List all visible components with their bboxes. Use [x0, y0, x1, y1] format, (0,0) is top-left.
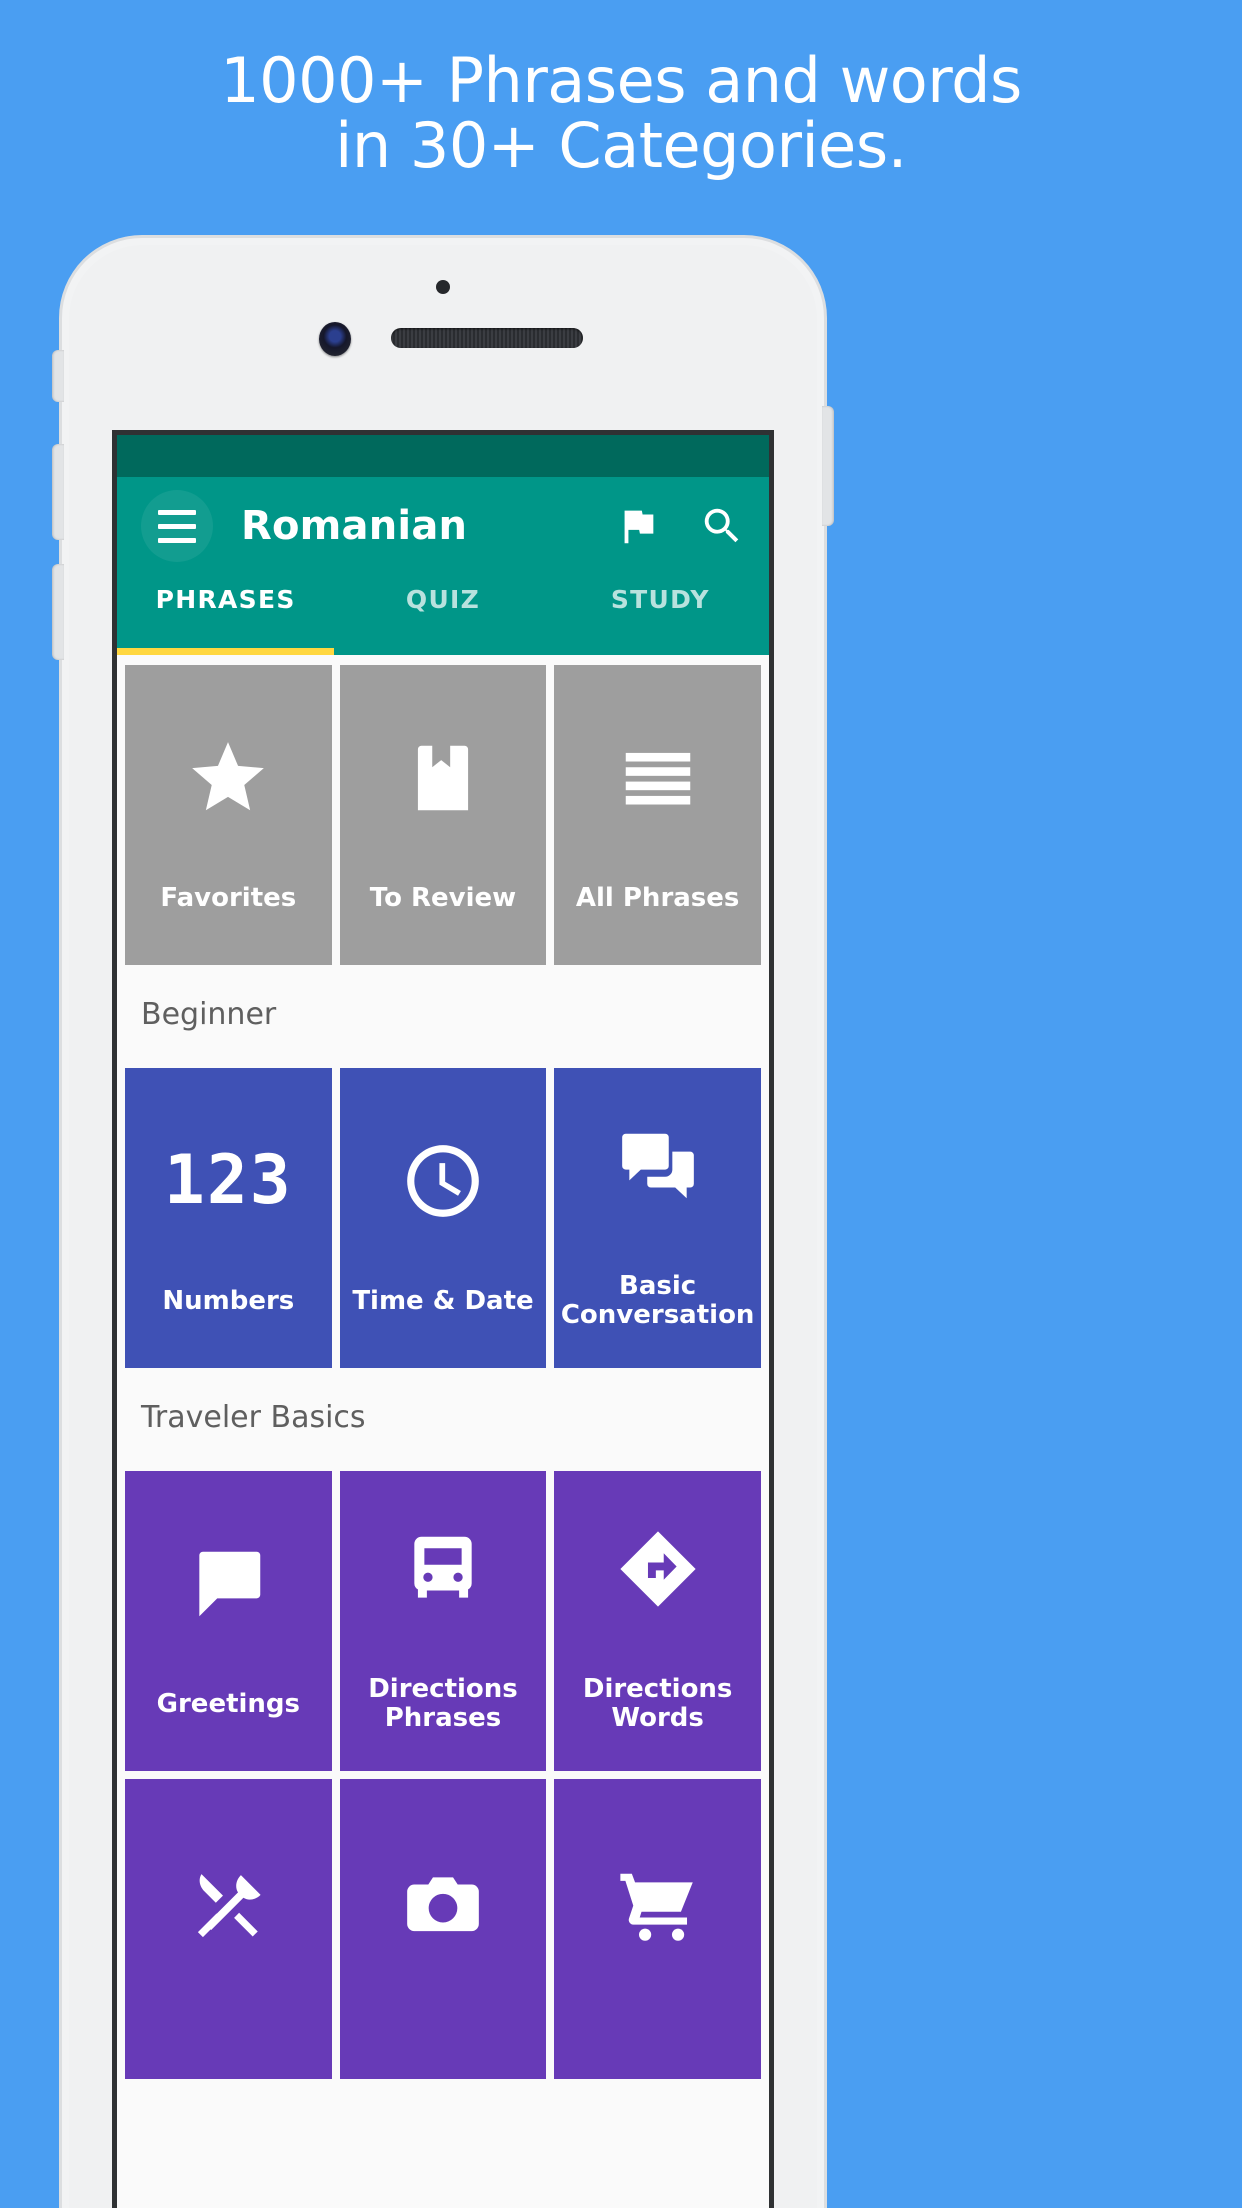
- tile-label: Directions Words: [582, 1674, 733, 1733]
- beginner-grid: 123 Numbers Time & Date Basic Conversati…: [117, 1058, 769, 1372]
- app-title: Romanian: [241, 503, 468, 549]
- tile-directions-phrases[interactable]: Directions Phrases: [339, 1471, 547, 1771]
- tile-label: All Phrases: [575, 882, 740, 913]
- tile-label: Greetings: [156, 1688, 301, 1719]
- numbers-123-icon: 123: [163, 1140, 293, 1220]
- tile-label: Time & Date: [352, 1285, 534, 1316]
- tab-bar: PHRASES QUIZ STUDY: [117, 575, 769, 655]
- shopping-cart-icon: [615, 1846, 701, 1966]
- appbar-actions: [615, 503, 745, 549]
- tile-label: Numbers: [162, 1285, 295, 1316]
- tile-label: To Review: [369, 882, 517, 913]
- tile-label: Basic Conversation: [560, 1271, 755, 1330]
- tab-quiz[interactable]: QUIZ: [334, 575, 551, 655]
- tile-to-review[interactable]: To Review: [339, 665, 547, 965]
- section-header-traveler-basics: Traveler Basics: [117, 1372, 769, 1461]
- clock-icon: [400, 1121, 486, 1241]
- tile-shopping[interactable]: [554, 1779, 761, 2079]
- promo-line-2: in 30+ Categories.: [335, 109, 907, 183]
- quick-tiles-grid: Favorites To Review All Phrases: [117, 655, 769, 969]
- flag-icon[interactable]: [615, 503, 661, 549]
- speech-bubble-icon: [185, 1524, 271, 1644]
- tile-directions-words[interactable]: Directions Words: [554, 1471, 761, 1771]
- traveler-basics-grid: Greetings Directions Phrases Directions …: [117, 1461, 769, 2083]
- restaurant-icon: [185, 1846, 271, 1966]
- silent-switch[interactable]: [52, 350, 64, 402]
- camera-icon: [400, 1846, 486, 1966]
- front-camera-icon: [319, 322, 351, 356]
- tile-restaurant[interactable]: [125, 1779, 332, 2079]
- tile-greetings[interactable]: Greetings: [125, 1471, 332, 1771]
- tile-favorites[interactable]: Favorites: [125, 665, 332, 965]
- tab-phrases[interactable]: PHRASES: [117, 575, 334, 655]
- chat-bubbles-icon: [615, 1106, 701, 1226]
- app-bar: Romanian: [117, 477, 769, 575]
- volume-up-button[interactable]: [52, 444, 64, 540]
- phone-mockup: Romanian PHRASES QUIZ STUDY Favorites To…: [52, 238, 834, 2208]
- proximity-sensor-icon: [436, 280, 450, 294]
- promo-line-1: 1000+ Phrases and words: [220, 44, 1022, 117]
- tile-time-date[interactable]: Time & Date: [339, 1068, 547, 1368]
- tile-basic-conversation[interactable]: Basic Conversation: [554, 1068, 761, 1368]
- tile-label: Directions Phrases: [368, 1674, 518, 1733]
- section-header-beginner: Beginner: [117, 969, 769, 1058]
- tile-all-phrases[interactable]: All Phrases: [554, 665, 761, 965]
- star-icon: [185, 718, 271, 838]
- promo-headline: 1000+ Phrases and words in 30+ Categorie…: [0, 48, 1242, 178]
- phone-screen: Romanian PHRASES QUIZ STUDY Favorites To…: [112, 430, 774, 2208]
- direction-sign-icon: [615, 1509, 701, 1629]
- tab-indicator: [117, 648, 335, 655]
- status-bar: [117, 435, 769, 477]
- bookmark-icon: [400, 718, 486, 838]
- hamburger-menu-icon[interactable]: [141, 490, 213, 562]
- tile-label: Favorites: [160, 882, 297, 913]
- list-icon: [615, 718, 701, 838]
- tile-numbers[interactable]: 123 Numbers: [125, 1068, 332, 1368]
- earpiece-speaker-icon: [391, 328, 583, 348]
- bus-icon: [400, 1509, 486, 1629]
- search-icon[interactable]: [699, 503, 745, 549]
- tile-camera[interactable]: [339, 1779, 547, 2079]
- volume-down-button[interactable]: [52, 564, 64, 660]
- tab-study[interactable]: STUDY: [552, 575, 769, 655]
- power-button[interactable]: [822, 406, 834, 526]
